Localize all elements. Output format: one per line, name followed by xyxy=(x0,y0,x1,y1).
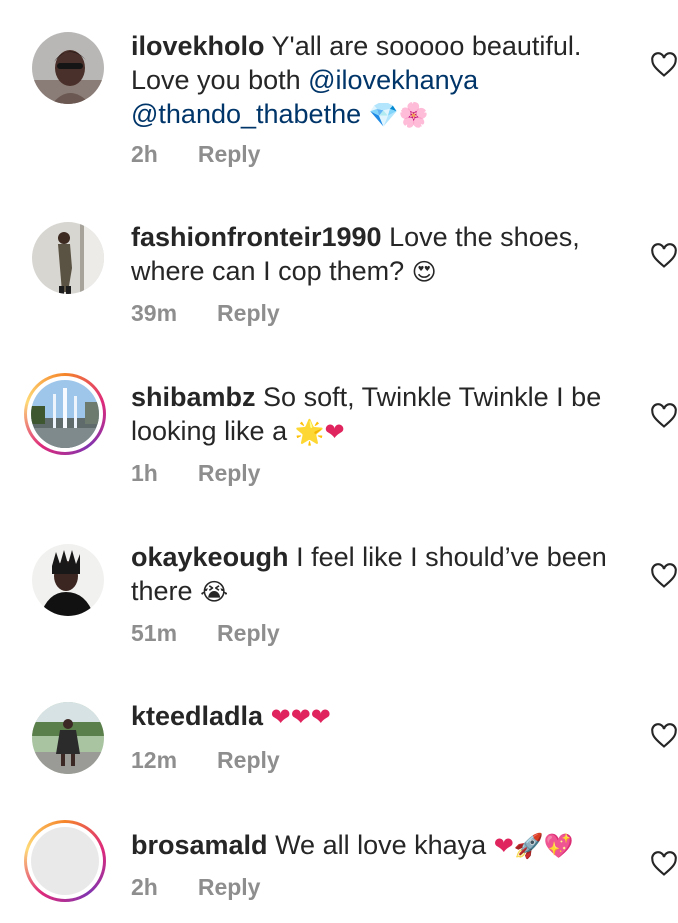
comment-username[interactable]: shibambz xyxy=(131,382,256,412)
comment-time: 2h xyxy=(131,141,158,167)
heart-outline-icon[interactable] xyxy=(650,402,678,430)
comment-emoji: 🌟❤ xyxy=(294,418,345,446)
avatar-button[interactable] xyxy=(30,220,106,296)
heart-outline-icon[interactable] xyxy=(650,722,678,750)
comment-text: Y'all are sooooo beautiful. xyxy=(271,31,582,61)
story-ring xyxy=(24,373,106,455)
comment-time: 1h xyxy=(131,460,158,486)
comment-body: kteedladla ❤❤❤ xyxy=(131,699,611,734)
reply-button[interactable]: Reply xyxy=(198,141,261,168)
comment-time: 12m xyxy=(131,747,178,773)
reply-button[interactable]: Reply xyxy=(217,300,280,327)
comment-text: So soft, Twinkle Twinkle I be xyxy=(263,382,602,412)
avatar xyxy=(32,702,104,774)
comment-username[interactable]: brosamald xyxy=(131,830,268,860)
comment-meta: 12m Reply xyxy=(131,747,280,774)
comment-text: where can I cop them? xyxy=(131,256,405,286)
comment-text: Love you both xyxy=(131,65,309,95)
reply-button[interactable]: Reply xyxy=(217,747,280,774)
comment-body: okaykeough I feel like I should’ve been … xyxy=(131,540,611,609)
reply-button[interactable]: Reply xyxy=(217,620,280,647)
avatar-button[interactable] xyxy=(24,820,106,902)
avatar-button[interactable] xyxy=(30,542,106,618)
avatar-button[interactable] xyxy=(30,700,106,776)
heart-outline-icon[interactable] xyxy=(650,242,678,270)
heart-outline-icon[interactable] xyxy=(650,850,678,878)
comment-meta: 51m Reply xyxy=(131,620,280,647)
reply-button[interactable]: Reply xyxy=(198,460,261,487)
reply-button[interactable]: Reply xyxy=(198,874,261,901)
avatar xyxy=(31,380,99,448)
comment-text: looking like a xyxy=(131,416,288,446)
avatar xyxy=(31,827,99,895)
comment-emoji: 😭 xyxy=(200,578,229,606)
comment-username[interactable]: okaykeough xyxy=(131,542,289,572)
avatar-button[interactable] xyxy=(24,373,106,455)
avatar xyxy=(32,222,104,294)
comment-time: 2h xyxy=(131,874,158,900)
heart-outline-icon[interactable] xyxy=(650,51,678,79)
comment-text: I feel like I should’ve been xyxy=(296,542,607,572)
avatar-button[interactable] xyxy=(30,30,106,106)
comment-time: 51m xyxy=(131,620,178,646)
comment-body: shibambz So soft, Twinkle Twinkle I be l… xyxy=(131,380,611,449)
comment-emoji: 😍 xyxy=(411,258,437,286)
comment-text: We all love khaya xyxy=(275,830,487,860)
comment-body: ilovekholo Y'all are sooooo beautiful. L… xyxy=(131,29,611,132)
comment-text: there xyxy=(131,576,193,606)
comment-body: fashionfronteir1990 Love the shoes, wher… xyxy=(131,220,611,289)
comment-meta: 39m Reply xyxy=(131,300,280,327)
mention-link[interactable]: @thando_thabethe xyxy=(131,99,361,129)
comment-meta: 2h Reply xyxy=(131,874,260,901)
comment-time: 39m xyxy=(131,300,178,326)
comment-username[interactable]: kteedladla xyxy=(131,701,263,731)
avatar xyxy=(32,544,104,616)
comment-username[interactable]: ilovekholo xyxy=(131,31,265,61)
comment-body: brosamald We all love khaya ❤🚀💖 xyxy=(131,828,611,863)
comment-emoji: 💎🌸 xyxy=(368,101,429,129)
comment-meta: 1h Reply xyxy=(131,460,260,487)
mention-link[interactable]: @ilovekhanya xyxy=(308,65,478,95)
heart-outline-icon[interactable] xyxy=(650,562,678,590)
story-ring xyxy=(24,820,106,902)
comment-username[interactable]: fashionfronteir1990 xyxy=(131,222,382,252)
comment-emoji: ❤❤❤ xyxy=(270,703,331,731)
comment-text: Love the shoes, xyxy=(389,222,580,252)
comment-meta: 2h Reply xyxy=(131,141,260,168)
avatar xyxy=(32,32,104,104)
comment-emoji: ❤🚀💖 xyxy=(493,832,574,860)
comment-feed: ilovekholo Y'all are sooooo beautiful. L… xyxy=(0,0,678,923)
